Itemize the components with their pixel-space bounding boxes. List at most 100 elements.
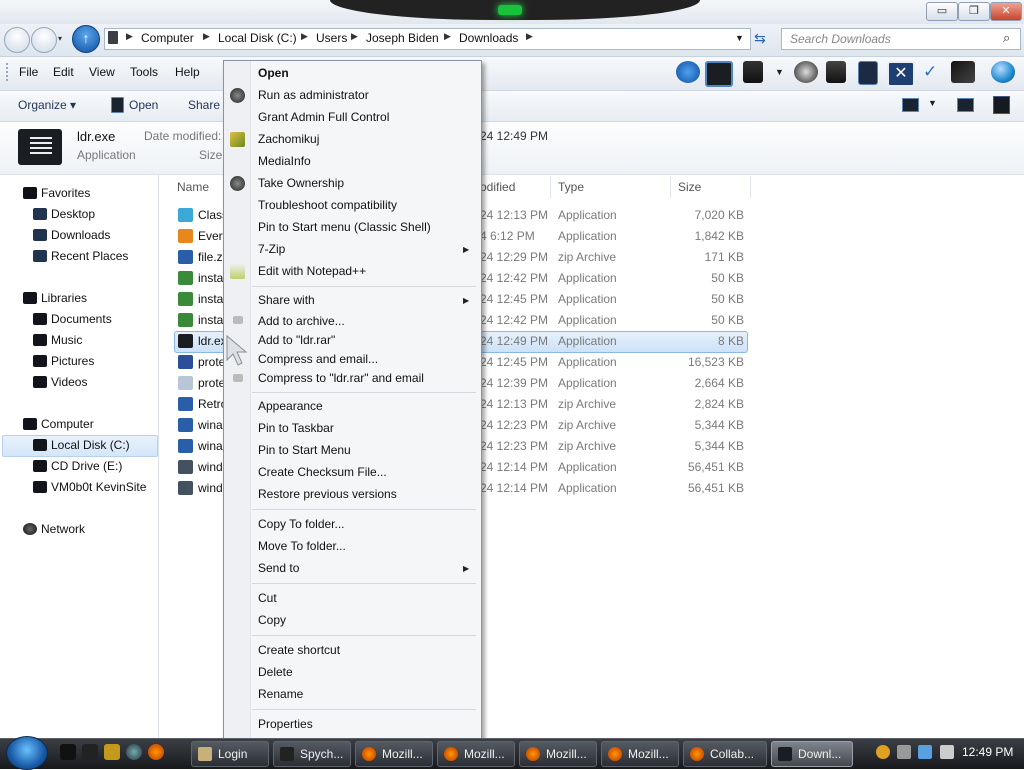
ctx-pin-start[interactable]: Pin to Start Menu <box>258 443 351 457</box>
ctx-appearance[interactable]: Appearance <box>258 399 323 413</box>
checkmark-icon[interactable]: ✓ <box>923 62 937 82</box>
search-icon[interactable]: ⌕ <box>1003 30 1010 46</box>
maximize-button[interactable]: ❐ <box>958 2 990 21</box>
taskbar-spych[interactable]: Spych... <box>273 741 351 767</box>
breadcrumb-downloads[interactable]: Downloads <box>459 31 518 45</box>
page-icon[interactable] <box>858 61 878 85</box>
nav-computer[interactable]: Computer <box>41 417 94 431</box>
globe-icon[interactable] <box>991 61 1015 83</box>
nav-desktop[interactable]: Desktop <box>51 207 95 221</box>
taskbar-mozilla-3[interactable]: Mozill... <box>519 741 597 767</box>
copy-icon[interactable] <box>826 61 846 83</box>
ctx-add-ldr-rar[interactable]: Add to "ldr.rar" <box>258 333 335 347</box>
ctx-pin-start-classic[interactable]: Pin to Start menu (Classic Shell) <box>258 220 431 234</box>
organize-button[interactable]: Organize ▾ <box>18 98 76 112</box>
window-icon[interactable] <box>705 61 733 87</box>
up-arrow-icon[interactable] <box>676 61 700 83</box>
network-tray-icon[interactable] <box>918 745 932 759</box>
browser-quick-icon[interactable] <box>126 744 142 760</box>
history-dropdown-icon[interactable]: ▾ <box>58 34 62 43</box>
tools-tray-icon[interactable] <box>897 745 911 759</box>
back-button[interactable] <box>4 27 30 53</box>
media-quick-icon[interactable] <box>104 744 120 760</box>
taskbar-mozilla-2[interactable]: Mozill... <box>437 741 515 767</box>
ctx-add-archive[interactable]: Add to archive... <box>258 314 345 328</box>
preview-pane-icon[interactable] <box>957 98 974 112</box>
firefox-quick-icon[interactable] <box>148 744 164 760</box>
ctx-create-shortcut[interactable]: Create shortcut <box>258 643 340 657</box>
ctx-open[interactable]: Open <box>258 66 289 80</box>
up-folder-button[interactable]: ↑ <box>72 25 100 53</box>
nav-vm-drive[interactable]: VM0b0t KevinSite <box>51 480 146 494</box>
nav-downloads[interactable]: Downloads <box>51 228 110 242</box>
ctx-copy-to-folder[interactable]: Copy To folder... <box>258 517 345 531</box>
minimize-button[interactable]: ▭ <box>926 2 958 21</box>
ctx-create-checksum[interactable]: Create Checksum File... <box>258 465 387 479</box>
menu-view[interactable]: View <box>89 65 115 79</box>
nav-recent-places[interactable]: Recent Places <box>51 249 128 263</box>
ctx-grant-admin[interactable]: Grant Admin Full Control <box>258 110 389 124</box>
nav-videos[interactable]: Videos <box>51 375 87 389</box>
start-button[interactable] <box>6 736 48 770</box>
ctx-cut[interactable]: Cut <box>258 591 277 605</box>
menu-edit[interactable]: Edit <box>53 65 74 79</box>
menu-help[interactable]: Help <box>175 65 200 79</box>
ctx-run-as-admin[interactable]: Run as administrator <box>258 88 369 102</box>
close-button[interactable]: ✕ <box>990 2 1022 21</box>
taskbar-downloads[interactable]: Downl... <box>771 741 853 767</box>
breadcrumb-local-disk[interactable]: Local Disk (C:) <box>218 31 297 45</box>
taskbar-mozilla-4[interactable]: Mozill... <box>601 741 679 767</box>
delete-icon[interactable]: ✕ <box>887 61 915 87</box>
address-dropdown-icon[interactable]: ▼ <box>735 33 744 43</box>
column-name[interactable]: Name <box>177 180 209 194</box>
refresh-icon[interactable]: ⇆ <box>754 30 766 47</box>
camera-icon[interactable] <box>794 61 818 83</box>
help-icon[interactable] <box>993 96 1010 114</box>
ctx-compress-ldr-email[interactable]: Compress to "ldr.rar" and email <box>258 371 424 385</box>
column-type[interactable]: Type <box>558 180 584 194</box>
view-dropdown-icon[interactable]: ▼ <box>928 98 937 108</box>
ctx-compress-email[interactable]: Compress and email... <box>258 352 378 366</box>
nav-local-disk[interactable]: Local Disk (C:) <box>51 438 130 452</box>
taskbar-clock[interactable]: 12:49 PM <box>962 745 1013 759</box>
taskbar-mozilla-1[interactable]: Mozill... <box>355 741 433 767</box>
nav-favorites[interactable]: Favorites <box>41 186 90 200</box>
ctx-share-with[interactable]: Share with <box>258 293 315 307</box>
explorer-quick-icon[interactable] <box>82 744 98 760</box>
volume-icon[interactable] <box>940 745 954 759</box>
breadcrumb-computer[interactable]: Computer <box>141 31 194 45</box>
nav-network[interactable]: Network <box>41 522 85 536</box>
quick-launch-icon[interactable] <box>60 744 76 760</box>
document-icon[interactable] <box>743 61 763 83</box>
taskbar-collab[interactable]: Collab... <box>683 741 767 767</box>
toolbar-dropdown-icon[interactable]: ▼ <box>775 67 784 77</box>
nav-pictures[interactable]: Pictures <box>51 354 94 368</box>
ctx-7zip[interactable]: 7-Zip <box>258 242 285 256</box>
properties-icon[interactable] <box>951 61 975 83</box>
ctx-troubleshoot[interactable]: Troubleshoot compatibility <box>258 198 397 212</box>
ctx-send-to[interactable]: Send to <box>258 561 299 575</box>
column-size[interactable]: Size <box>678 180 701 194</box>
ctx-restore-versions[interactable]: Restore previous versions <box>258 487 397 501</box>
search-input[interactable]: Search Downloads <box>781 28 1021 50</box>
nav-libraries[interactable]: Libraries <box>41 291 87 305</box>
ctx-zachomikuj[interactable]: Zachomikuj <box>258 132 319 146</box>
ctx-copy[interactable]: Copy <box>258 613 286 627</box>
breadcrumb-user[interactable]: Joseph Biden <box>366 31 439 45</box>
menu-file[interactable]: File <box>19 65 38 79</box>
ctx-rename[interactable]: Rename <box>258 687 303 701</box>
search-tray-icon[interactable] <box>876 745 890 759</box>
nav-cd-drive[interactable]: CD Drive (E:) <box>51 459 122 473</box>
ctx-pin-taskbar[interactable]: Pin to Taskbar <box>258 421 334 435</box>
ctx-take-ownership[interactable]: Take Ownership <box>258 176 344 190</box>
nav-music[interactable]: Music <box>51 333 82 347</box>
ctx-edit-notepad[interactable]: Edit with Notepad++ <box>258 264 366 278</box>
ctx-mediainfo[interactable]: MediaInfo <box>258 154 311 168</box>
taskbar-login[interactable]: Login <box>191 741 269 767</box>
view-icon[interactable] <box>902 98 919 112</box>
ctx-move-to-folder[interactable]: Move To folder... <box>258 539 346 553</box>
forward-button[interactable] <box>31 27 57 53</box>
ctx-delete[interactable]: Delete <box>258 665 293 679</box>
nav-documents[interactable]: Documents <box>51 312 112 326</box>
open-button[interactable]: Open <box>129 98 158 112</box>
